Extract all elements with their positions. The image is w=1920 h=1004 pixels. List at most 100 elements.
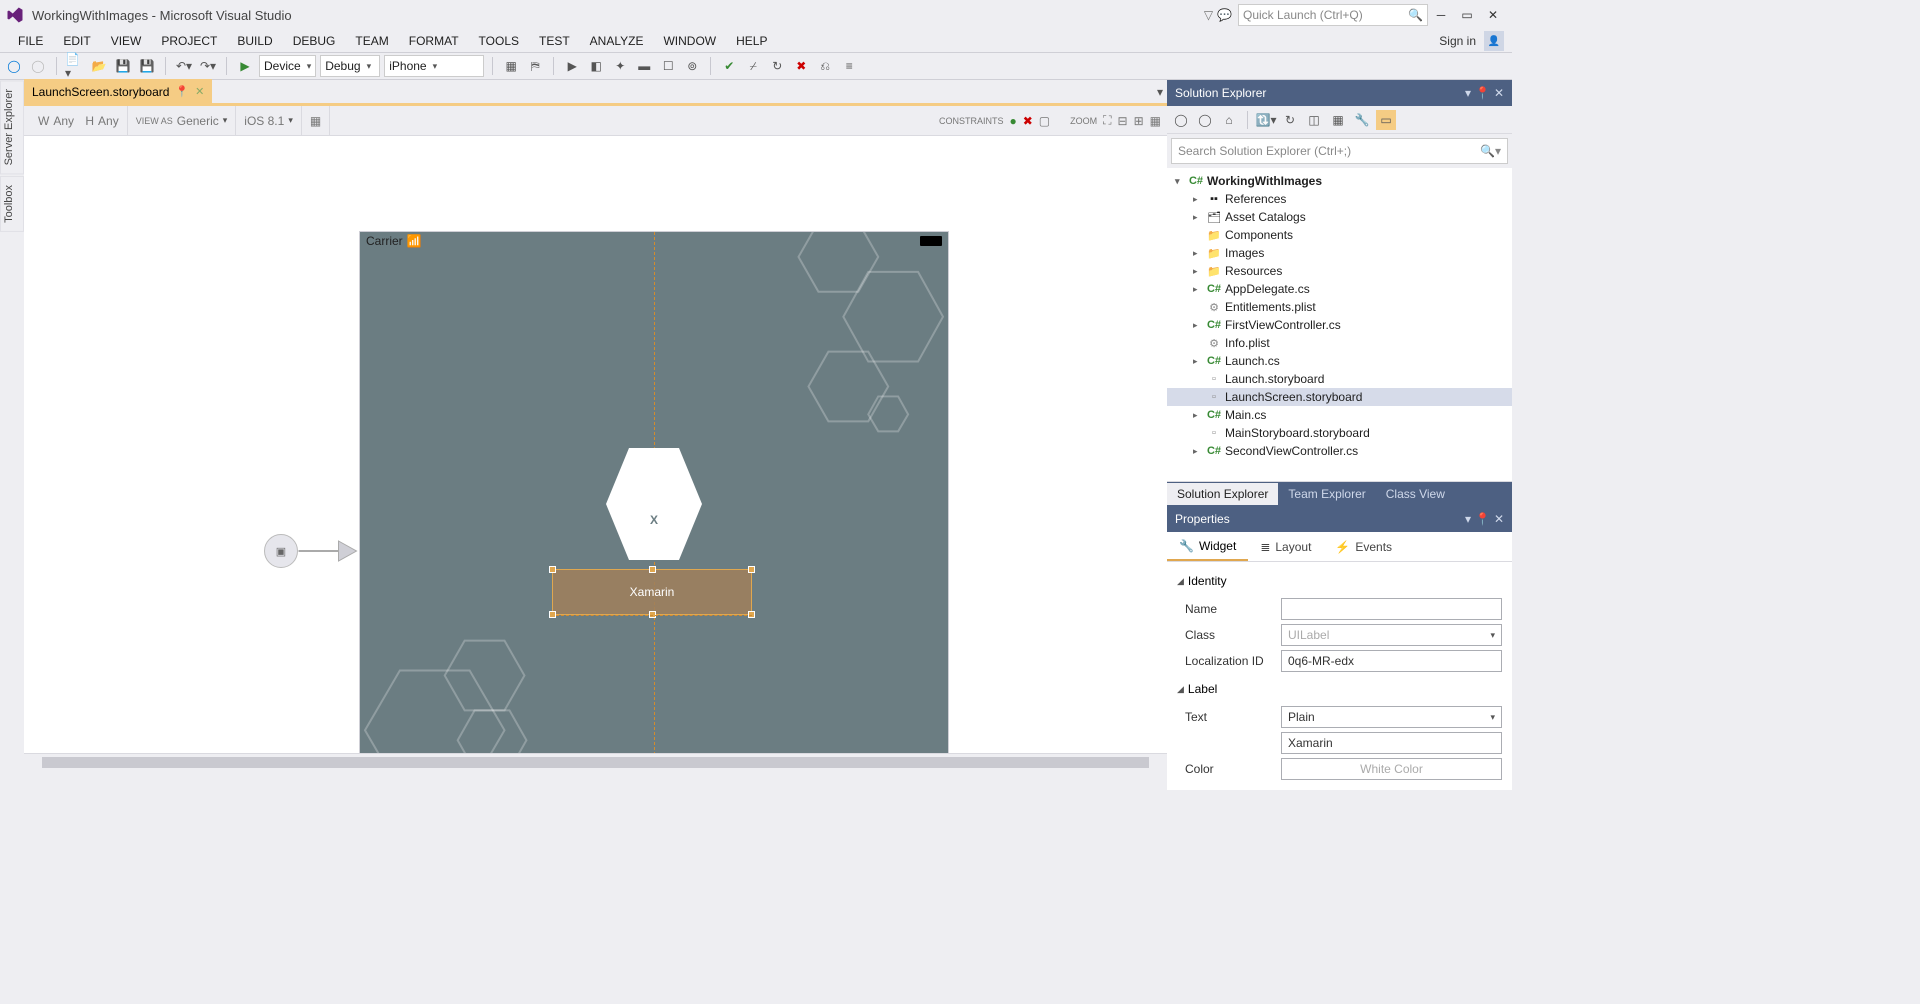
pin-icon[interactable]: 📍: [175, 85, 189, 98]
tb-icon-8[interactable]: ⊚: [682, 56, 702, 76]
tab-solution-explorer[interactable]: Solution Explorer: [1167, 483, 1278, 505]
prop-text-mode-select[interactable]: Plain▾: [1281, 706, 1502, 728]
constraint-clear-icon[interactable]: ✖: [1023, 114, 1033, 128]
constraint-frame-icon[interactable]: ▢: [1039, 114, 1050, 128]
design-canvas[interactable]: ▣ Carrier 📶: [24, 136, 1167, 770]
pane-dropdown-icon[interactable]: ▾: [1465, 86, 1471, 100]
menu-window[interactable]: WINDOW: [653, 32, 726, 50]
tree-item[interactable]: ▸📁Resources: [1167, 262, 1512, 280]
se-sync-icon[interactable]: 🔃▾: [1256, 110, 1276, 130]
pane-pin-icon[interactable]: 📍: [1475, 512, 1490, 526]
resize-handle-ne[interactable]: [748, 566, 755, 573]
tb-icon-5[interactable]: ✦: [610, 56, 630, 76]
avatar-icon[interactable]: 👤: [1484, 31, 1504, 51]
tree-item[interactable]: ▾C#WorkingWithImages: [1167, 172, 1512, 190]
tree-item[interactable]: ⚙Info.plist: [1167, 334, 1512, 352]
se-refresh-icon[interactable]: ↻: [1280, 110, 1300, 130]
notifications-icon[interactable]: ▽: [1204, 8, 1213, 22]
document-tab-launchscreen[interactable]: LaunchScreen.storyboard 📍 ✕: [24, 79, 212, 105]
tree-item[interactable]: ▸C#FirstViewController.cs: [1167, 316, 1512, 334]
sign-in-link[interactable]: Sign in: [1439, 34, 1476, 48]
tree-item[interactable]: ▫Launch.storyboard: [1167, 370, 1512, 388]
tb-icon-6[interactable]: ▬: [634, 56, 654, 76]
platform-select[interactable]: iPhone▾: [384, 55, 484, 77]
se-showall-icon[interactable]: ▦: [1328, 110, 1348, 130]
se-properties-icon[interactable]: 🔧: [1352, 110, 1372, 130]
ios-version-select[interactable]: iOS 8.1: [244, 114, 284, 128]
solution-tree[interactable]: ▾C#WorkingWithImages▸▪▪References▸🗂Asset…: [1167, 168, 1512, 482]
quick-launch-input[interactable]: Quick Launch (Ctrl+Q) 🔍: [1238, 4, 1428, 26]
menu-format[interactable]: FORMAT: [399, 32, 469, 50]
zoom-actual-icon[interactable]: ▦: [1150, 114, 1161, 128]
tb-icon-13[interactable]: ⎌: [815, 56, 835, 76]
new-project-button[interactable]: 📄▾: [65, 56, 85, 76]
server-explorer-tab[interactable]: Server Explorer: [0, 80, 24, 174]
tb-icon-10[interactable]: ⌿: [743, 56, 763, 76]
device-frame[interactable]: Carrier 📶 X Xam: [359, 231, 949, 770]
entry-point-arrow[interactable]: ▣: [264, 531, 359, 571]
se-back-icon[interactable]: ◯: [1171, 110, 1191, 130]
tb-icon-9[interactable]: ✔: [719, 56, 739, 76]
identity-group-header[interactable]: ◢Identity: [1177, 568, 1502, 594]
menu-analyze[interactable]: ANALYZE: [580, 32, 654, 50]
horizontal-scrollbar[interactable]: [24, 753, 1167, 770]
tb-icon-11[interactable]: ↻: [767, 56, 787, 76]
menu-team[interactable]: TEAM: [345, 32, 398, 50]
resize-handle-sw[interactable]: [549, 611, 556, 618]
menu-edit[interactable]: EDIT: [53, 32, 100, 50]
se-collapse-icon[interactable]: ◫: [1304, 110, 1324, 130]
sizeclass-any1[interactable]: Any: [53, 114, 74, 128]
menu-view[interactable]: VIEW: [101, 32, 152, 50]
device-select[interactable]: Device▾: [259, 55, 316, 77]
tb-icon-4[interactable]: ◧: [586, 56, 606, 76]
tree-item[interactable]: ▸C#Main.cs: [1167, 406, 1512, 424]
sizeclass-any2[interactable]: Any: [98, 114, 119, 128]
resize-handle-n[interactable]: [649, 566, 656, 573]
tree-item[interactable]: ▸🗂Asset Catalogs: [1167, 208, 1512, 226]
properties-tab-events[interactable]: ⚡Events: [1323, 534, 1404, 560]
menu-debug[interactable]: DEBUG: [283, 32, 346, 50]
toolbox-tab[interactable]: Toolbox: [0, 176, 24, 232]
tb-icon-2[interactable]: ⛿: [525, 56, 545, 76]
menu-tools[interactable]: TOOLS: [469, 32, 529, 50]
close-button[interactable]: ✕: [1480, 5, 1506, 25]
resize-handle-nw[interactable]: [549, 566, 556, 573]
se-preview-icon[interactable]: ▭: [1376, 110, 1396, 130]
tree-item[interactable]: ⚙Entitlements.plist: [1167, 298, 1512, 316]
properties-tab-layout[interactable]: ≣Layout: [1248, 534, 1323, 560]
pane-close-icon[interactable]: ✕: [1494, 512, 1504, 526]
tree-item[interactable]: ▸C#Launch.cs: [1167, 352, 1512, 370]
tb-icon-1[interactable]: ▦: [501, 56, 521, 76]
tab-class-view[interactable]: Class View: [1376, 483, 1455, 505]
grid-icon[interactable]: ▦: [310, 114, 321, 128]
zoom-fit-icon[interactable]: ⛶: [1103, 113, 1111, 128]
tb-icon-14[interactable]: ≡: [839, 56, 859, 76]
se-home-icon[interactable]: ⌂: [1219, 110, 1239, 130]
tb-icon-12[interactable]: ✖: [791, 56, 811, 76]
pane-pin-icon[interactable]: 📍: [1475, 86, 1490, 100]
tree-item[interactable]: ▸C#SecondViewController.cs: [1167, 442, 1512, 460]
close-tab-icon[interactable]: ✕: [195, 85, 204, 98]
zoom-in-icon[interactable]: ⊞: [1134, 114, 1144, 128]
tree-item[interactable]: 📁Components: [1167, 226, 1512, 244]
menu-test[interactable]: TEST: [529, 32, 580, 50]
pane-close-icon[interactable]: ✕: [1494, 86, 1504, 100]
selected-uilabel[interactable]: Xamarin: [552, 569, 752, 615]
menu-file[interactable]: FILE: [8, 32, 53, 50]
open-file-button[interactable]: 📂: [89, 56, 109, 76]
tb-icon-7[interactable]: ☐: [658, 56, 678, 76]
menu-build[interactable]: BUILD: [227, 32, 282, 50]
viewas-select[interactable]: Generic: [177, 114, 219, 128]
tb-icon-3[interactable]: ▶: [562, 56, 582, 76]
prop-class-select[interactable]: UILabel▾: [1281, 624, 1502, 646]
restore-button[interactable]: ▭: [1454, 5, 1480, 25]
undo-button[interactable]: ↶▾: [174, 56, 194, 76]
tree-item[interactable]: ▫LaunchScreen.storyboard: [1167, 388, 1512, 406]
constraint-add-icon[interactable]: ●: [1009, 114, 1016, 128]
config-select[interactable]: Debug▾: [320, 55, 380, 77]
nav-fwd-button[interactable]: ◯: [28, 56, 48, 76]
menu-project[interactable]: PROJECT: [151, 32, 227, 50]
label-group-header[interactable]: ◢Label: [1177, 676, 1502, 702]
tree-item[interactable]: ▸C#AppDelegate.cs: [1167, 280, 1512, 298]
prop-locid-input[interactable]: 0q6-MR-edx: [1281, 650, 1502, 672]
